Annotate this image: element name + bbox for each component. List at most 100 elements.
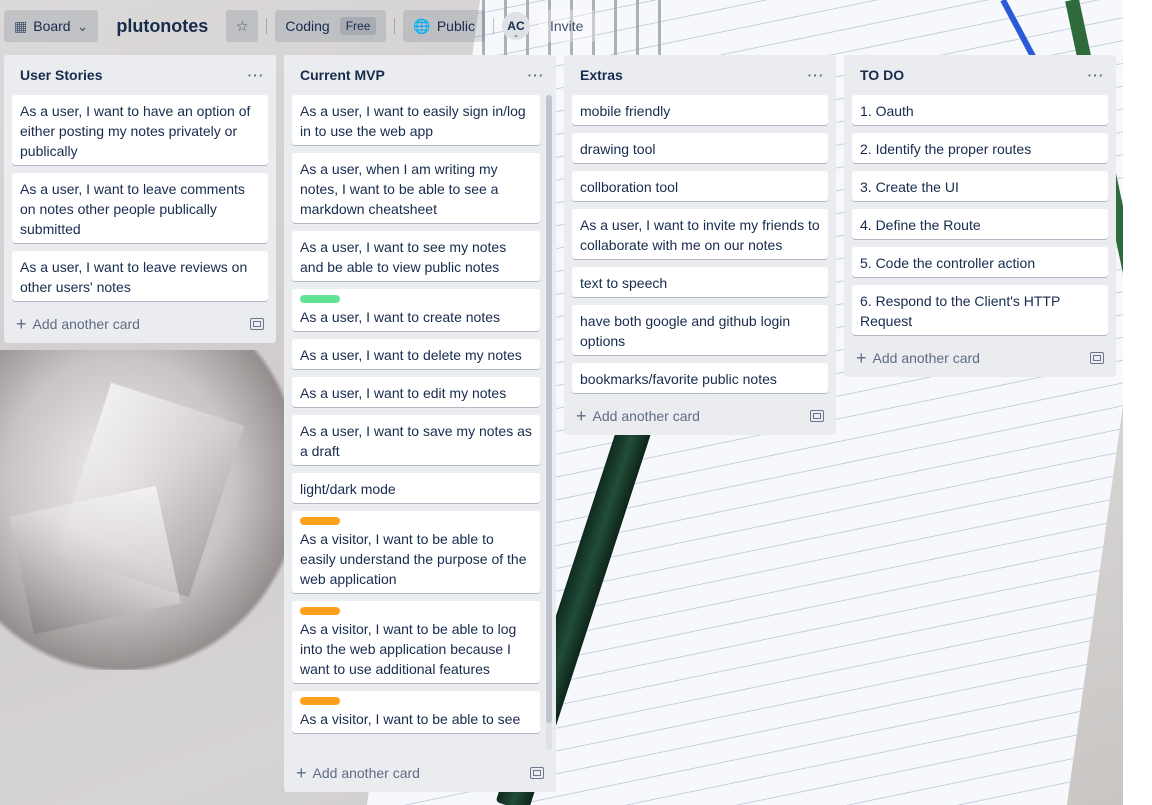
workspace-plan-badge: Free — [339, 17, 377, 35]
board-view-switcher[interactable]: ▦ Board ⌄ — [4, 10, 99, 42]
page-edge — [1123, 0, 1152, 805]
card[interactable]: As a user, I want to save my notes as a … — [292, 414, 540, 465]
ellipsis-icon[interactable]: ··· — [1084, 67, 1108, 83]
list-footer: + Add another card — [844, 339, 1116, 377]
card[interactable]: mobile friendly — [572, 95, 828, 125]
list-title[interactable]: Current MVP — [300, 67, 385, 83]
list-header: Current MVP ··· — [284, 55, 556, 95]
divider — [492, 18, 494, 34]
add-card-button[interactable]: + Add another card — [576, 406, 700, 426]
card[interactable]: As a user, I want to easily sign in/log … — [292, 94, 540, 145]
list-header: User Stories ··· — [4, 55, 276, 95]
card[interactable]: As a user, I want to have an option of e… — [12, 95, 268, 165]
card-list: mobile friendly drawing tool collboratio… — [564, 95, 836, 393]
card-label-orange[interactable] — [300, 696, 340, 705]
card[interactable]: As a user, I want to leave comments on n… — [12, 173, 268, 243]
divider — [266, 18, 268, 34]
card-list: As a user, I want to have an option of e… — [4, 95, 276, 301]
plus-icon: + — [16, 314, 27, 334]
list-to-do: TO DO ··· 1. Oauth 2. Identify the prope… — [844, 55, 1116, 377]
card[interactable]: have both google and github login option… — [572, 305, 828, 355]
card[interactable]: collboration tool — [572, 171, 828, 201]
scrollbar-thumb[interactable] — [546, 94, 552, 723]
card[interactable]: bookmarks/favorite public notes — [572, 363, 828, 393]
card-text: As a visitor, I want to be able to log i… — [300, 620, 517, 677]
card[interactable]: As a user, I want to leave reviews on ot… — [12, 251, 268, 301]
card[interactable]: 6. Respond to the Client's HTTP Request — [852, 285, 1108, 335]
board-view-label: Board — [33, 18, 71, 34]
list-header: TO DO ··· — [844, 55, 1116, 95]
divider — [394, 18, 396, 34]
visibility-button[interactable]: 🌐 Public — [403, 10, 485, 42]
card[interactable]: As a user, I want to edit my notes — [292, 376, 540, 407]
card-template-icon[interactable] — [250, 318, 264, 330]
workspace-label: Coding — [285, 18, 330, 34]
star-icon: ☆ — [236, 17, 249, 34]
card[interactable]: As a visitor, I want to be able to see — [292, 690, 540, 733]
visibility-label: Public — [436, 18, 475, 34]
card[interactable]: light/dark mode — [292, 472, 540, 503]
list-footer: + Add another card — [4, 305, 276, 343]
add-card-label: Add another card — [592, 408, 700, 424]
card-label-green[interactable] — [300, 294, 340, 303]
card-text: As a visitor, I want to be able to easil… — [300, 530, 527, 587]
globe-icon: 🌐 — [413, 17, 431, 34]
add-card-button[interactable]: + Add another card — [856, 348, 980, 368]
card[interactable]: 2. Identify the proper routes — [852, 133, 1108, 163]
card[interactable]: As a user, I want to delete my notes — [292, 338, 540, 369]
card[interactable]: 1. Oauth — [852, 95, 1108, 125]
ellipsis-icon[interactable]: ··· — [804, 67, 828, 83]
ellipsis-icon[interactable]: ··· — [524, 67, 548, 83]
plus-icon: + — [296, 763, 307, 784]
card-label-orange[interactable] — [300, 606, 340, 615]
list-title[interactable]: TO DO — [860, 67, 904, 83]
list-footer: + Add another card — [284, 754, 556, 792]
admin-chevron-icon: ⌃ — [512, 34, 520, 43]
plus-icon: + — [856, 348, 867, 368]
card[interactable]: As a visitor, I want to be able to easil… — [292, 510, 540, 593]
avatar[interactable]: AC ⌃ — [501, 12, 530, 43]
list-title[interactable]: Extras — [580, 67, 623, 83]
add-card-button[interactable]: + Add another card — [296, 763, 420, 784]
list-current-mvp: Current MVP ··· As a user, I want to eas… — [284, 55, 556, 792]
add-card-button[interactable]: + Add another card — [16, 314, 140, 334]
card[interactable]: As a user, I want to create notes — [292, 288, 540, 331]
card[interactable]: 3. Create the UI — [852, 171, 1108, 201]
card[interactable]: 4. Define the Route — [852, 209, 1108, 239]
ellipsis-icon[interactable]: ··· — [244, 67, 268, 83]
card-template-icon[interactable] — [530, 767, 544, 780]
card-template-icon[interactable] — [1090, 352, 1104, 364]
plus-icon: + — [576, 406, 587, 426]
list-header: Extras ··· — [564, 55, 836, 95]
card[interactable]: 5. Code the controller action — [852, 247, 1108, 277]
list-extras: Extras ··· mobile friendly drawing tool … — [564, 55, 836, 435]
card[interactable]: As a user, I want to see my notes and be… — [292, 230, 540, 281]
card-template-icon[interactable] — [810, 410, 824, 422]
star-button[interactable]: ☆ — [226, 10, 259, 42]
card[interactable]: As a user, when I am writing my notes, I… — [292, 152, 540, 223]
card-text: As a user, I want to create notes — [300, 308, 500, 325]
card-list: 1. Oauth 2. Identify the proper routes 3… — [844, 95, 1116, 335]
invite-button[interactable]: Invite — [537, 10, 596, 42]
board-icon: ▦ — [14, 17, 28, 34]
workspace-button[interactable]: Coding Free — [275, 10, 387, 42]
list-footer: + Add another card — [564, 397, 836, 435]
board-header: ▦ Board ⌄ plutonotes ☆ Coding Free 🌐 Pub… — [0, 0, 1123, 52]
card[interactable]: As a visitor, I want to be able to log i… — [292, 600, 540, 683]
chevron-down-icon: ⌄ — [76, 17, 89, 34]
card[interactable]: text to speech — [572, 267, 828, 297]
card[interactable]: drawing tool — [572, 133, 828, 163]
card-scroll-area[interactable]: As a user, I want to easily sign in/log … — [284, 94, 556, 751]
list-title[interactable]: User Stories — [20, 67, 102, 83]
list-scrollbar[interactable] — [546, 94, 552, 751]
add-card-label: Add another card — [872, 350, 980, 366]
list-user-stories: User Stories ··· As a user, I want to ha… — [4, 55, 276, 343]
card[interactable]: As a user, I want to invite my friends t… — [572, 209, 828, 259]
avatar-initials: AC — [507, 19, 525, 33]
card-label-orange[interactable] — [300, 516, 340, 525]
card-text: As a visitor, I want to be able to see — [300, 710, 521, 727]
add-card-label: Add another card — [32, 316, 140, 332]
add-card-label: Add another card — [312, 765, 420, 782]
board-title[interactable]: plutonotes — [106, 10, 218, 42]
card-list: As a user, I want to easily sign in/log … — [284, 94, 556, 733]
